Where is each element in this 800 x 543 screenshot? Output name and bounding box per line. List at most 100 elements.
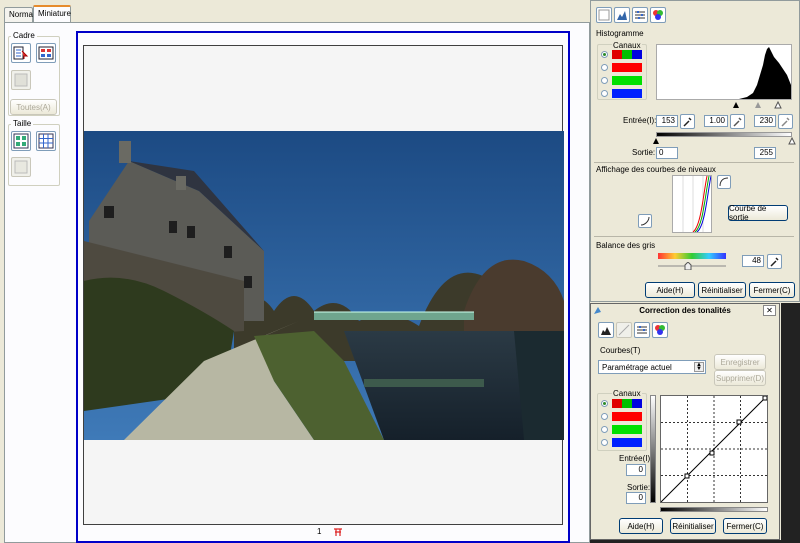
tone-color-button[interactable] bbox=[652, 322, 668, 338]
channel-red[interactable] bbox=[598, 62, 658, 73]
histogram-plot bbox=[739, 47, 791, 99]
tone-channel-green-radio[interactable] bbox=[601, 426, 608, 433]
channel-list bbox=[598, 49, 646, 99]
tone-help-button[interactable]: Aide(H) bbox=[619, 518, 663, 534]
output-black-field[interactable]: 0 bbox=[656, 147, 678, 159]
histogram-reset-button[interactable]: Réinitialiser bbox=[698, 282, 746, 298]
gray-balance-gradient bbox=[658, 253, 726, 259]
curves-display-title: Affichage des courbes de niveaux bbox=[596, 165, 716, 174]
divider bbox=[594, 162, 794, 163]
tone-input-field[interactable]: 0 bbox=[626, 464, 646, 476]
histogram-icon bbox=[601, 327, 611, 335]
sliders-icon bbox=[637, 326, 647, 334]
curves-preview-plot bbox=[682, 175, 712, 233]
tone-channel-red-radio[interactable] bbox=[601, 413, 608, 420]
tone-channel-blue-radio[interactable] bbox=[601, 439, 608, 446]
tone-channel-blue[interactable] bbox=[598, 437, 658, 448]
tone-curve-button[interactable] bbox=[616, 322, 632, 338]
channel-rgb-radio[interactable] bbox=[601, 51, 608, 58]
close-icon: ✕ bbox=[766, 306, 773, 315]
channel-rgb[interactable] bbox=[598, 49, 658, 60]
crop-marker-icon[interactable] bbox=[333, 527, 343, 537]
tone-channel-red[interactable] bbox=[598, 411, 658, 422]
histogram-reset-label: Réinitialiser bbox=[701, 285, 743, 295]
preview-image[interactable] bbox=[84, 131, 564, 440]
app-icon bbox=[593, 306, 602, 315]
large-thumbnail-button[interactable] bbox=[11, 131, 31, 151]
all-button[interactable]: Toutes(A) bbox=[10, 99, 57, 115]
channel-green-radio[interactable] bbox=[601, 77, 608, 84]
save-preset-button[interactable]: Enregistrer bbox=[714, 354, 766, 370]
tone-histogram-button[interactable] bbox=[598, 322, 614, 338]
delete-preset-label: Supprimer(D) bbox=[715, 373, 764, 383]
gray-balance-field[interactable]: 48 bbox=[742, 255, 764, 267]
curve-shape-button-top[interactable] bbox=[717, 175, 731, 189]
tone-help-label: Aide(H) bbox=[627, 521, 655, 531]
input-gamma-field[interactable]: 1.00 bbox=[704, 115, 728, 127]
channel-blue-radio[interactable] bbox=[601, 90, 608, 97]
tone-channel-green[interactable] bbox=[598, 424, 658, 435]
output-white-field[interactable]: 255 bbox=[754, 147, 776, 159]
save-preset-label: Enregistrer bbox=[720, 357, 760, 367]
eyedropper-icon bbox=[733, 117, 742, 127]
tone-adjust-button[interactable] bbox=[634, 322, 650, 338]
small-thumbnail-icon bbox=[38, 133, 54, 149]
eyedropper-icon bbox=[683, 117, 692, 127]
histogram-graph bbox=[656, 44, 792, 100]
tab-miniature[interactable]: Miniature bbox=[33, 5, 71, 23]
black-point-dropper[interactable] bbox=[680, 114, 695, 129]
adjust-mode-button[interactable] bbox=[632, 7, 648, 23]
tone-reset-button[interactable]: Réinitialiser bbox=[670, 518, 716, 534]
channel-green[interactable] bbox=[598, 75, 658, 86]
tone-dialog-close-button[interactable]: ✕ bbox=[763, 305, 776, 316]
auto-frame-button[interactable] bbox=[11, 43, 31, 63]
divider bbox=[594, 236, 794, 237]
preset-select[interactable]: Paramétrage actuel ▲ ▼ bbox=[598, 360, 706, 374]
tone-channel-rgb-radio[interactable] bbox=[601, 400, 608, 407]
histogram-help-button[interactable]: Aide(H) bbox=[645, 282, 695, 298]
delete-preset-button[interactable]: Supprimer(D) bbox=[714, 370, 766, 386]
input-black-field[interactable]: 153 bbox=[656, 115, 678, 127]
tone-channel-rgb[interactable] bbox=[598, 398, 658, 409]
delete-frame-icon bbox=[14, 73, 28, 87]
gray-balance-dropper[interactable] bbox=[767, 254, 782, 269]
tone-close-button[interactable]: Fermer(C) bbox=[723, 518, 767, 534]
color-mode-button[interactable] bbox=[650, 7, 666, 23]
gray-balance-slider[interactable] bbox=[658, 261, 726, 271]
delete-frame-button[interactable] bbox=[11, 70, 31, 90]
tab-miniature-label: Miniature bbox=[38, 9, 71, 18]
tone-reset-label: Réinitialiser bbox=[672, 521, 714, 531]
all-button-label: Toutes(A) bbox=[16, 102, 51, 112]
curve-shape-button-bottom[interactable] bbox=[638, 214, 652, 228]
channel-red-radio[interactable] bbox=[601, 64, 608, 71]
output-level-slider[interactable] bbox=[652, 136, 796, 145]
tab-normal[interactable]: Normal bbox=[4, 7, 35, 22]
tone-curve-plot bbox=[660, 395, 768, 503]
tone-curve-graph[interactable] bbox=[660, 395, 768, 503]
output-curve-button[interactable]: Courbe de sortie bbox=[728, 204, 788, 222]
tone-output-field[interactable]: 0 bbox=[626, 492, 646, 504]
histogram-icon bbox=[598, 9, 610, 21]
histogram-mode-button[interactable] bbox=[596, 7, 612, 23]
histogram-close-button[interactable]: Fermer(C) bbox=[749, 282, 795, 298]
horizontal-gradient bbox=[660, 507, 768, 512]
eyedropper-icon bbox=[770, 257, 779, 267]
tone-dialog-titlebar: Correction des tonalités bbox=[591, 304, 779, 317]
multi-frame-button[interactable] bbox=[36, 43, 56, 63]
output-curve-button-label: Courbe de sortie bbox=[729, 204, 767, 222]
input-white-field[interactable]: 230 bbox=[754, 115, 776, 127]
channel-blue[interactable] bbox=[598, 88, 658, 99]
spinner-icon[interactable]: ▲ ▼ bbox=[694, 362, 704, 372]
histogram-help-label: Aide(H) bbox=[656, 285, 684, 295]
landscape-photo bbox=[84, 131, 564, 440]
gray-point-dropper[interactable] bbox=[730, 114, 745, 129]
histogram-title: Histogramme bbox=[596, 29, 644, 38]
white-point-dropper[interactable] bbox=[778, 114, 793, 129]
custom-size-button[interactable] bbox=[11, 157, 31, 177]
levels-mode-button[interactable] bbox=[614, 7, 630, 23]
color-wheel-icon bbox=[655, 325, 665, 335]
small-thumbnail-button[interactable] bbox=[36, 131, 56, 151]
input-level-slider[interactable] bbox=[656, 100, 792, 110]
page-number: 1 bbox=[317, 527, 322, 536]
histogram-close-label: Fermer(C) bbox=[753, 285, 791, 295]
